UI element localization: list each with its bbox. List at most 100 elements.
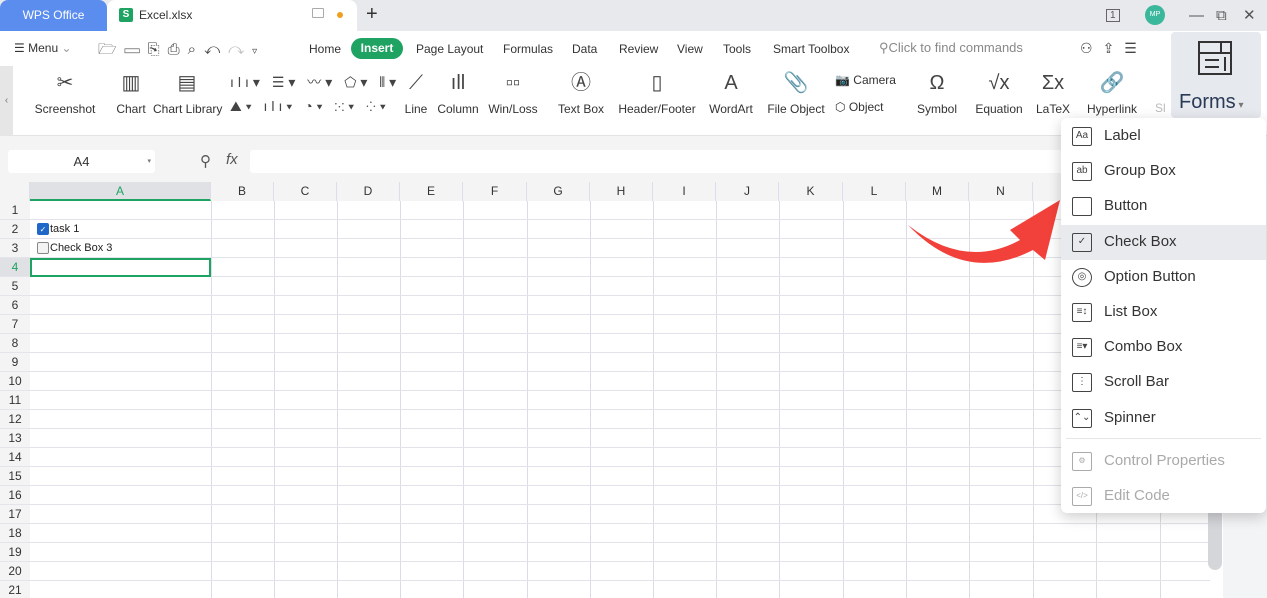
file-object-button[interactable]: 📎 File Object	[767, 70, 825, 116]
row-header[interactable]: 5	[0, 277, 30, 296]
row-header[interactable]: 11	[0, 391, 30, 410]
name-box[interactable]: A4 ▾	[8, 150, 155, 173]
new-tab-button[interactable]: +	[366, 3, 378, 26]
row-header[interactable]: 12	[0, 410, 30, 429]
customize-icon[interactable]: ▿	[252, 46, 265, 57]
hyperlink-button[interactable]: 🔗 Hyperlink	[1084, 70, 1140, 116]
menu-item-scroll-bar[interactable]: ⋮ Scroll Bar	[1061, 365, 1266, 400]
menu-item-check-box[interactable]: ✓ Check Box	[1061, 224, 1266, 260]
forms-button[interactable]: Forms ▾	[1171, 32, 1261, 118]
bar-chart-icon[interactable]: ☰▾	[272, 74, 300, 90]
sparkline-column-button[interactable]: ıll Column	[436, 70, 480, 116]
share-icon[interactable]: ⇪	[1103, 40, 1125, 56]
area-chart-icon[interactable]: ⛰▾	[230, 98, 256, 114]
monitor-icon[interactable]	[312, 8, 324, 18]
tab-data[interactable]: Data	[572, 42, 597, 56]
row-header[interactable]: 7	[0, 315, 30, 334]
stock-chart-icon[interactable]: ⫴▾	[379, 74, 400, 90]
column-header[interactable]: H	[590, 182, 653, 201]
object-button[interactable]: ⬡ Object	[835, 100, 884, 114]
slicer-button[interactable]: Sl	[1155, 101, 1166, 115]
row-header[interactable]: 15	[0, 467, 30, 486]
column-header[interactable]: A	[30, 182, 211, 201]
row-header[interactable]: 6	[0, 296, 30, 315]
menu-button[interactable]: ☰ Menu ⌄	[14, 41, 72, 55]
menu-item-spinner[interactable]: ⌃⌄ Spinner	[1061, 401, 1266, 436]
column-header[interactable]: J	[716, 182, 779, 201]
tab-tools[interactable]: Tools	[723, 42, 751, 56]
share-user-icon[interactable]: ⚇	[1080, 40, 1103, 56]
wordart-button[interactable]: A WordArt	[704, 70, 758, 116]
bubble-chart-icon[interactable]: ⁘▾	[366, 98, 390, 114]
row-header[interactable]: 1	[0, 201, 30, 220]
row-header[interactable]: 21	[0, 581, 30, 598]
tab-formulas[interactable]: Formulas	[503, 42, 553, 56]
fx-icon[interactable]: fx	[226, 151, 238, 168]
latex-button[interactable]: Σx LaTeX	[1036, 70, 1070, 116]
row-header[interactable]: 13	[0, 429, 30, 448]
symbol-button[interactable]: Ω Symbol	[912, 70, 962, 116]
redo-icon[interactable]: ↷	[228, 41, 252, 58]
row-header[interactable]: 14	[0, 448, 30, 467]
tab-view[interactable]: View	[677, 42, 703, 56]
column-header[interactable]: C	[274, 182, 337, 201]
camera-button[interactable]: 📷 Camera	[835, 73, 896, 87]
save-icon[interactable]: ▭	[125, 41, 148, 58]
chart-library-button[interactable]: ▤ Chart Library	[153, 70, 222, 116]
menu-item-label[interactable]: Aa Label	[1061, 119, 1266, 154]
row-header[interactable]: 8	[0, 334, 30, 353]
equation-button[interactable]: √x Equation	[971, 70, 1027, 116]
menu-item-option-button[interactable]: ◎ Option Button	[1061, 260, 1266, 295]
checkbox-label[interactable]: task 1	[50, 223, 79, 235]
menu-item-group-box[interactable]: ab Group Box	[1061, 154, 1266, 189]
menu-item-list-box[interactable]: ≡↕ List Box	[1061, 295, 1266, 330]
sparkline-winloss-button[interactable]: ▫▫ Win/Loss	[487, 70, 539, 116]
row-header[interactable]: 17	[0, 505, 30, 524]
form-checkbox[interactable]	[37, 242, 49, 254]
tab-page-layout[interactable]: Page Layout	[416, 42, 483, 56]
row-header[interactable]: 4	[0, 258, 30, 277]
restore-button[interactable]: ⧉	[1216, 0, 1227, 31]
chart-type-gallery[interactable]: ılı▾ ☰▾ 〰▾ ⬠▾ ⫴▾	[230, 72, 400, 92]
column-chart-icon[interactable]: ılı▾	[230, 74, 264, 90]
column-header[interactable]: K	[779, 182, 843, 201]
form-checkbox[interactable]: ✓	[37, 223, 49, 235]
print-icon[interactable]: ⎙	[168, 41, 188, 58]
pie-chart-icon[interactable]: ◔▾	[304, 98, 326, 114]
ribbon-collapse-handle[interactable]: ‹	[0, 66, 13, 136]
menu-item-combo-box[interactable]: ≡▾ Combo Box	[1061, 330, 1266, 365]
preview-icon[interactable]: ⌕	[188, 41, 204, 58]
open-icon[interactable]: 🗁	[98, 41, 125, 58]
row-header[interactable]: 19	[0, 543, 30, 562]
column-header[interactable]: F	[463, 182, 527, 201]
tab-insert[interactable]: Insert	[351, 38, 403, 59]
column-header[interactable]: D	[337, 182, 400, 201]
export-icon[interactable]: ⎘	[148, 41, 168, 58]
tab-excel-file[interactable]: S Excel.xlsx	[107, 0, 357, 31]
column-header[interactable]: I	[653, 182, 716, 201]
select-all-corner[interactable]	[0, 182, 30, 201]
row-header[interactable]: 20	[0, 562, 30, 581]
column-header[interactable]: G	[527, 182, 590, 201]
row-header[interactable]: 2	[0, 220, 30, 239]
chart-type-gallery-row2[interactable]: ⛰▾ ılı▾ ◔▾ ⁙▾ ⁘▾	[230, 98, 390, 115]
text-box-button[interactable]: Ⓐ Text Box	[555, 70, 607, 116]
tab-review[interactable]: Review	[619, 42, 658, 56]
chevron-down-icon[interactable]: ▾	[147, 150, 151, 173]
selected-cell-a4[interactable]	[30, 258, 211, 277]
tab-smart-toolbox[interactable]: Smart Toolbox	[773, 42, 849, 56]
screenshot-button[interactable]: ✂ Screenshot	[30, 70, 100, 116]
scatter-chart-icon[interactable]: ⁙▾	[334, 98, 358, 114]
row-header[interactable]: 18	[0, 524, 30, 543]
column-header[interactable]: B	[211, 182, 274, 201]
menu-item-button[interactable]: Button	[1061, 189, 1266, 224]
header-footer-button[interactable]: ▯ Header/Footer	[617, 70, 697, 116]
avatar[interactable]: MP	[1145, 5, 1165, 25]
checkbox-label[interactable]: Check Box 3	[50, 242, 112, 254]
row-header[interactable]: 16	[0, 486, 30, 505]
column-header[interactable]: L	[843, 182, 906, 201]
line-chart-icon[interactable]: 〰▾	[307, 74, 336, 90]
comment-icon[interactable]: ☰	[1124, 40, 1147, 56]
undo-icon[interactable]: ↶	[204, 41, 228, 58]
radar-chart-icon[interactable]: ⬠▾	[344, 74, 371, 90]
